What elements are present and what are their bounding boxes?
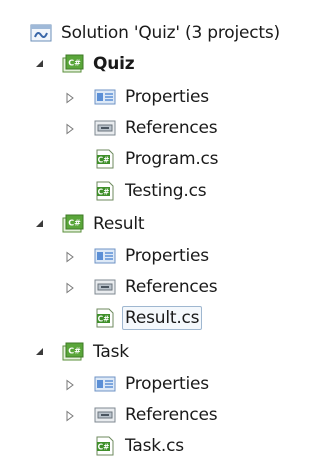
solution-explorer-tree: Solution 'Quiz' (3 projects) C# Quiz Pro… (0, 0, 326, 459)
svg-text:C#: C# (68, 59, 81, 68)
svg-text:C#: C# (68, 219, 81, 228)
csharp-project-icon: C# (62, 214, 84, 233)
tree-item-file[interactable]: C# Program.cs (94, 144, 221, 174)
tree-item-file[interactable]: C# Testing.cs (94, 176, 209, 206)
collapse-arrow-icon[interactable] (34, 58, 46, 70)
collapse-arrow-icon[interactable] (34, 346, 46, 358)
collapse-arrow-icon[interactable] (34, 218, 46, 230)
tree-item-label: Properties (125, 246, 209, 266)
tree-item-properties[interactable]: Properties (94, 369, 212, 399)
properties-folder-icon (94, 376, 116, 392)
tree-item-label: References (125, 277, 218, 297)
tree-item-label: Properties (125, 374, 209, 394)
svg-text:C#: C# (98, 443, 110, 452)
tree-item-label: Properties (125, 87, 209, 107)
tree-item-label: Testing.cs (125, 181, 207, 201)
project-label: Task (93, 342, 129, 362)
csharp-file-icon: C# (96, 149, 114, 169)
csharp-project-icon: C# (62, 54, 84, 73)
expand-arrow-icon[interactable] (64, 282, 76, 294)
project-node-task[interactable]: C# Task (62, 337, 132, 367)
csharp-file-icon: C# (96, 181, 114, 201)
svg-text:C#: C# (98, 315, 110, 324)
tree-item-file[interactable]: C# Task.cs (94, 431, 187, 461)
tree-item-properties[interactable]: Properties (94, 82, 212, 112)
properties-folder-icon (94, 248, 116, 264)
solution-node[interactable]: Solution 'Quiz' (3 projects) (30, 18, 283, 48)
tree-item-references[interactable]: References (94, 400, 220, 430)
svg-text:C#: C# (98, 188, 110, 197)
tree-item-properties[interactable]: Properties (94, 241, 212, 271)
expand-arrow-icon[interactable] (64, 379, 76, 391)
references-folder-icon (94, 279, 116, 295)
project-node-result[interactable]: C# Result (62, 209, 147, 239)
project-label: Quiz (93, 54, 135, 74)
tree-item-label: Task.cs (125, 436, 184, 456)
solution-label: Solution 'Quiz' (3 projects) (61, 23, 280, 43)
csharp-project-icon: C# (62, 342, 84, 361)
tree-item-label: Result.cs (122, 306, 203, 330)
expand-arrow-icon[interactable] (64, 410, 76, 422)
tree-item-label: References (125, 118, 218, 138)
references-folder-icon (94, 120, 116, 136)
expand-arrow-icon[interactable] (64, 251, 76, 263)
tree-item-label: References (125, 405, 218, 425)
tree-item-references[interactable]: References (94, 113, 220, 143)
csharp-file-icon: C# (96, 436, 114, 456)
csharp-file-icon: C# (96, 308, 114, 328)
tree-item-file-selected[interactable]: C# Result.cs (94, 303, 203, 333)
tree-item-label: Program.cs (125, 149, 219, 169)
svg-text:C#: C# (98, 156, 110, 165)
project-node-quiz[interactable]: C# Quiz (62, 49, 137, 79)
project-label: Result (93, 214, 145, 234)
properties-folder-icon (94, 89, 116, 105)
expand-arrow-icon[interactable] (64, 123, 76, 135)
tree-item-references[interactable]: References (94, 272, 220, 302)
solution-icon (30, 24, 52, 42)
references-folder-icon (94, 407, 116, 423)
expand-arrow-icon[interactable] (64, 92, 76, 104)
svg-text:C#: C# (68, 347, 81, 356)
